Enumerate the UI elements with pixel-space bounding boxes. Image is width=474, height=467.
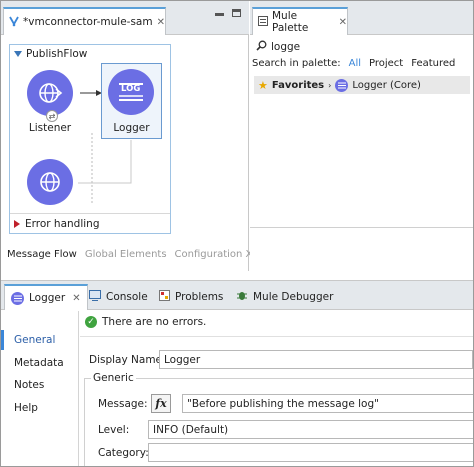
flow-divider (10, 213, 170, 214)
maximize-icon[interactable] (232, 9, 241, 17)
close-icon[interactable]: ✕ (72, 293, 80, 304)
editor-tab-bar: *vmconnector-mule-sample ✕ (1, 1, 249, 35)
search-input[interactable]: logge (271, 41, 300, 53)
status-divider (80, 336, 473, 337)
flow-container[interactable]: PublishFlow ⇄ Listener LOG Logger Error … (9, 44, 171, 234)
logger-icon-text: LOG (121, 84, 141, 94)
palette-tab-bar: Mule Palette ✕ (250, 1, 473, 35)
editor-view-tabs: Message Flow Global Elements Configurati… (7, 249, 267, 260)
tab-console-label: Console (106, 291, 148, 303)
category-label: Category: (98, 447, 149, 459)
tab-mule-debugger[interactable]: Mule Debugger (230, 284, 339, 310)
search-icon (256, 40, 267, 54)
search-filter-row: Search in palette: All Project Featured (252, 58, 455, 69)
close-icon[interactable]: ✕ (339, 17, 347, 28)
endpoint-component-icon[interactable] (27, 159, 73, 205)
return-path-line (78, 140, 132, 184)
validation-status: ✓ There are no errors. (85, 316, 206, 328)
close-icon[interactable]: ✕ (157, 17, 165, 28)
generic-group: Generic Message: fx "Before publishing t… (84, 372, 474, 467)
palette-icon (258, 15, 268, 29)
tab-mule-debugger-label: Mule Debugger (253, 291, 334, 303)
properties-tab-bar: Logger ✕ Console Problems Mule Debugger (1, 280, 473, 310)
filter-featured[interactable]: Featured (411, 58, 455, 69)
properties-nav: General Metadata Notes Help (1, 311, 79, 466)
fx-toggle-button[interactable]: fx (151, 394, 171, 413)
nav-notes[interactable]: Notes (1, 375, 79, 395)
filter-all[interactable]: All (349, 58, 361, 69)
star-icon: ★ (258, 78, 268, 92)
listener-label: Listener (28, 122, 72, 134)
editor-window-controls (215, 7, 241, 17)
palette-divider (250, 227, 473, 228)
editor-tab-title: *vmconnector-mule-sample (23, 16, 152, 28)
level-select[interactable]: INFO (Default) (148, 420, 474, 439)
flow-editor-panel: *vmconnector-mule-sample ✕ PublishFlow ⇄… (1, 1, 267, 271)
console-icon (89, 290, 101, 304)
chevron-right-icon: › (328, 80, 332, 90)
logger-tab-icon (11, 291, 24, 305)
logger-properties: ✓ There are no errors. Display Name: Log… (80, 311, 474, 467)
generic-group-title: Generic (91, 372, 136, 384)
expand-triangle-icon[interactable] (14, 220, 20, 228)
minimize-icon[interactable] (215, 13, 224, 16)
tab-problems-label: Problems (175, 291, 224, 303)
search-in-label: Search in palette: (252, 58, 341, 69)
filter-project[interactable]: Project (369, 58, 403, 69)
logger-mini-icon (335, 78, 349, 92)
category-field[interactable] (148, 443, 474, 462)
validation-message: There are no errors. (102, 316, 207, 328)
palette-tab[interactable]: Mule Palette ✕ (252, 7, 348, 35)
error-handling-row[interactable]: Error handling (10, 215, 170, 233)
nav-help[interactable]: Help (1, 398, 79, 418)
editor-tab[interactable]: *vmconnector-mule-sample ✕ (3, 7, 166, 35)
palette-search-box[interactable]: logge (256, 40, 300, 54)
display-name-field[interactable]: Logger (159, 350, 473, 369)
message-label: Message: (98, 398, 148, 410)
message-field[interactable]: "Before publishing the message log" (182, 394, 474, 413)
tab-problems[interactable]: Problems (153, 284, 229, 310)
mule-file-icon (8, 15, 20, 30)
tab-global-elements[interactable]: Global Elements (85, 249, 167, 260)
error-handling-label: Error handling (25, 218, 100, 230)
level-label: Level: (98, 424, 130, 436)
logger-label: Logger (113, 122, 150, 134)
tab-message-flow[interactable]: Message Flow (7, 249, 77, 260)
display-name-label: Display Name: (89, 354, 166, 366)
listener-sync-icon: ⇄ (46, 110, 58, 122)
palette-result-logger[interactable]: Logger (Core) (352, 80, 421, 91)
favorites-label: Favorites (271, 79, 325, 91)
nav-metadata[interactable]: Metadata (1, 353, 79, 373)
palette-tab-title: Mule Palette (272, 10, 309, 34)
tab-console[interactable]: Console (83, 284, 154, 310)
mule-palette-panel: Mule Palette ✕ logge Search in palette: … (250, 1, 473, 271)
tab-logger[interactable]: Logger ✕ (4, 284, 88, 310)
check-icon: ✓ (85, 316, 97, 328)
problems-icon (159, 290, 170, 304)
nav-general[interactable]: General (1, 330, 79, 350)
debugger-bug-icon (236, 290, 248, 304)
logger-component-icon[interactable]: LOG (108, 69, 154, 115)
favorites-row[interactable]: ★ Favorites › Logger (Core) (254, 76, 470, 94)
tab-logger-label: Logger (29, 292, 66, 304)
